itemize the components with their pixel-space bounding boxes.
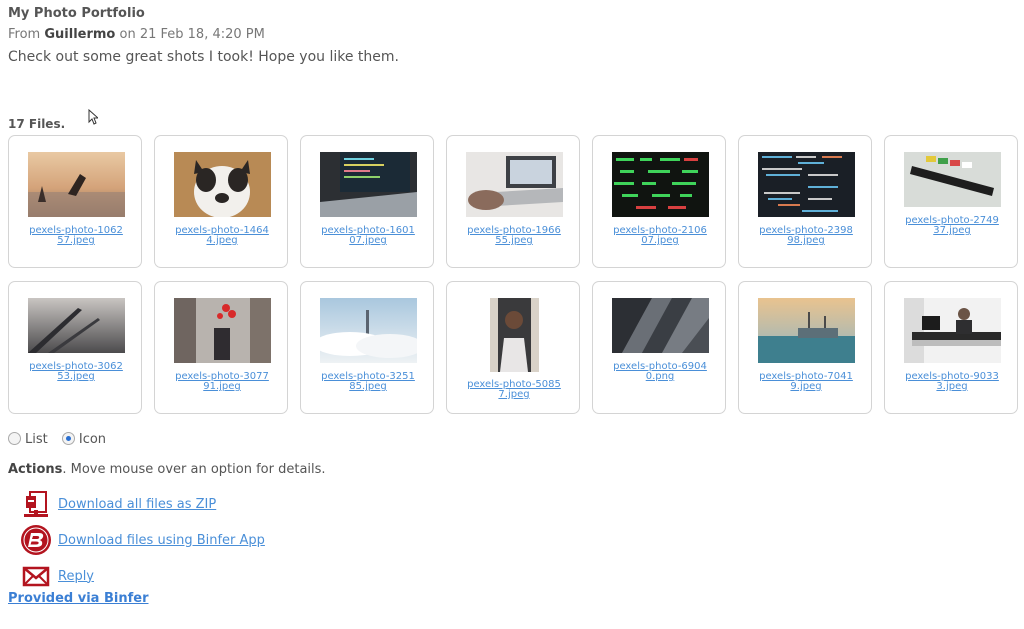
fog-city-photo-icon [320, 298, 417, 363]
file-card[interactable]: pexels-photo-196655.jpeg [446, 135, 580, 268]
provided-via-binfer-link[interactable]: Provided via Binfer [8, 591, 149, 606]
file-link[interactable]: pexels-photo-106257.jpeg [27, 226, 125, 246]
file-card[interactable]: pexels-photo-307791.jpeg [154, 281, 288, 414]
file-link[interactable]: pexels-photo-69040.png [611, 362, 709, 382]
file-link[interactable]: pexels-photo-239898.jpeg [757, 226, 855, 246]
actions-title: Actions [8, 462, 63, 477]
binfer-logo-icon [21, 525, 51, 555]
clapperboard-photo-icon [904, 152, 1001, 207]
file-link[interactable]: pexels-photo-307791.jpeg [173, 372, 271, 392]
reply-action[interactable]: Reply [20, 560, 94, 592]
file-card[interactable]: pexels-photo-90333.jpeg [884, 281, 1018, 414]
harbor-boats-photo-icon [758, 298, 855, 363]
couple-street-photo-icon [174, 298, 271, 363]
office-man-photo-icon [904, 298, 1001, 363]
file-card[interactable]: pexels-photo-69040.png [592, 281, 726, 414]
file-link[interactable]: pexels-photo-14644.jpeg [173, 226, 271, 246]
laptop-code-photo-icon [320, 152, 417, 217]
icon-radio[interactable] [61, 432, 75, 445]
file-card[interactable]: pexels-photo-274937.jpeg [884, 135, 1018, 268]
list-label: List [25, 432, 48, 447]
file-card[interactable]: pexels-photo-14644.jpeg [154, 135, 288, 268]
view-list-option[interactable]: List [8, 432, 48, 447]
beach-jumper-photo-icon [28, 152, 125, 217]
woman-portrait-photo-icon [490, 298, 539, 372]
building-facade-photo-icon [612, 298, 709, 353]
file-card[interactable]: pexels-photo-239898.jpeg [738, 135, 872, 268]
download-zip-action[interactable]: Download all files as ZIP [20, 488, 216, 520]
file-grid: pexels-photo-106257.jpeg pexels-photo-14… [8, 135, 1020, 419]
from-prefix: From [8, 27, 41, 42]
file-link[interactable]: pexels-photo-210607.jpeg [611, 226, 709, 246]
file-card[interactable]: pexels-photo-50857.jpeg [446, 281, 580, 414]
file-link[interactable]: pexels-photo-325185.jpeg [319, 372, 417, 392]
file-card[interactable]: pexels-photo-306253.jpeg [8, 281, 142, 414]
code-screen-photo-icon [758, 152, 855, 217]
bridge-sunset-photo-icon [28, 298, 125, 353]
reply-link[interactable]: Reply [58, 569, 94, 584]
download-app-action[interactable]: Download files using Binfer App [20, 524, 265, 556]
sender-line: From Guillermo on 21 Feb 18, 4:20 PM [8, 27, 265, 42]
mouse-cursor-icon [88, 109, 98, 125]
file-link[interactable]: pexels-photo-306253.jpeg [27, 362, 125, 382]
view-icon-option[interactable]: Icon [61, 432, 107, 447]
stock-ticker-photo-icon [612, 152, 709, 217]
file-link[interactable]: pexels-photo-50857.jpeg [465, 380, 563, 400]
file-card[interactable]: pexels-photo-70419.jpeg [738, 281, 872, 414]
page-title: My Photo Portfolio [8, 6, 145, 21]
message-text: Check out some great shots I took! Hope … [8, 49, 399, 65]
file-link[interactable]: pexels-photo-70419.jpeg [757, 372, 855, 392]
file-card[interactable]: pexels-photo-106257.jpeg [8, 135, 142, 268]
file-link[interactable]: pexels-photo-274937.jpeg [903, 216, 1001, 236]
sender-name: Guillermo [44, 27, 116, 42]
file-link[interactable]: pexels-photo-196655.jpeg [465, 226, 563, 246]
icon-label: Icon [78, 432, 107, 447]
laptop-desk-photo-icon [466, 152, 563, 217]
file-card[interactable]: pexels-photo-210607.jpeg [592, 135, 726, 268]
bulldog-photo-icon [174, 152, 271, 217]
download-app-link[interactable]: Download files using Binfer App [58, 533, 265, 548]
file-count: 17 Files. [8, 117, 66, 131]
file-link[interactable]: pexels-photo-160107.jpeg [319, 226, 417, 246]
file-link[interactable]: pexels-photo-90333.jpeg [903, 372, 1001, 392]
list-radio[interactable] [8, 432, 21, 445]
file-card[interactable]: pexels-photo-325185.jpeg [300, 281, 434, 414]
view-toggle: List Icon [8, 432, 116, 447]
file-card[interactable]: pexels-photo-160107.jpeg [300, 135, 434, 268]
zip-download-icon [24, 491, 48, 517]
sent-date: on 21 Feb 18, 4:20 PM [119, 27, 265, 42]
actions-heading: Actions. Move mouse over an option for d… [8, 462, 326, 477]
download-zip-link[interactable]: Download all files as ZIP [58, 497, 216, 512]
envelope-icon [22, 566, 50, 587]
actions-hint: . Move mouse over an option for details. [62, 462, 326, 477]
